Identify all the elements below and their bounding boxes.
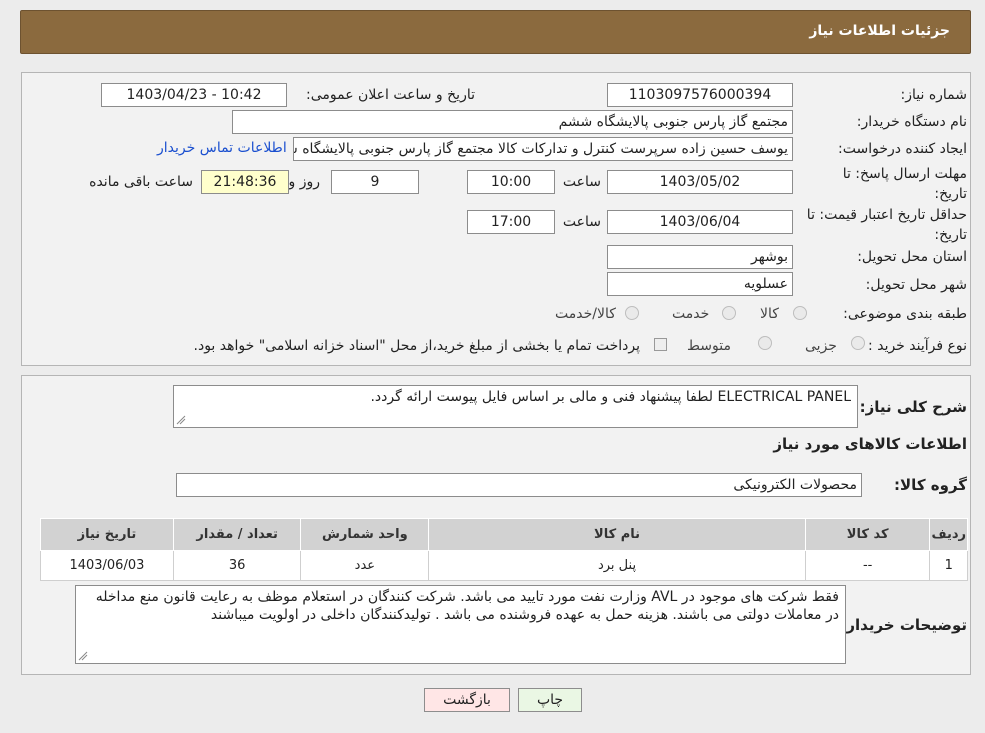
deadline-date-field: 1403/05/02 xyxy=(607,170,793,194)
goods-section-title: اطلاعات کالاهای مورد نیاز xyxy=(773,435,967,453)
creator-label: ایجاد کننده درخواست: xyxy=(838,141,967,157)
cell-row: 1 xyxy=(929,550,968,581)
category-service-label: خدمت xyxy=(672,306,710,322)
category-goods-radio[interactable] xyxy=(793,306,807,320)
col-date: تاریخ نیاز xyxy=(40,518,174,551)
creator-field: یوسف حسین زاده سرپرست کنترل و تدارکات کا… xyxy=(293,137,793,161)
description-text: ELECTRICAL PANEL لطفا پیشنهاد فنی و مالی… xyxy=(370,389,851,405)
goods-group-field: محصولات الکترونیکی xyxy=(176,473,862,497)
cell-code: -- xyxy=(804,550,931,581)
col-qty: تعداد / مقدار xyxy=(172,518,302,551)
cell-date: 1403/06/03 xyxy=(40,550,174,581)
goods-table: ردیف کد کالا نام کالا واحد شمارش تعداد /… xyxy=(40,518,968,581)
col-name: نام کالا xyxy=(428,518,806,551)
process-medium-label: متوسط xyxy=(687,338,731,354)
buyer-contact-link[interactable]: اطلاعات تماس خریدار xyxy=(157,140,287,156)
buyer-field: مجتمع گاز پارس جنوبی پالایشگاه ششم xyxy=(232,110,793,134)
need-number-field: 1103097576000394 xyxy=(607,83,793,107)
back-button[interactable]: بازگشت xyxy=(424,688,510,712)
remaining-time-field: 21:48:36 xyxy=(201,170,289,194)
process-minor-radio[interactable] xyxy=(851,336,865,350)
deadline-label: مهلت ارسال پاسخ: تا تاریخ: xyxy=(842,166,967,202)
category-goods-label: کالا xyxy=(760,306,779,322)
cell-qty: 36 xyxy=(172,550,302,581)
category-service-radio[interactable] xyxy=(722,306,736,320)
deadline-time-label: ساعت xyxy=(562,174,601,190)
validity-date-field: 1403/06/04 xyxy=(607,210,793,234)
announce-field: 1403/04/23 - 10:42 xyxy=(101,83,287,107)
validity-time-label: ساعت xyxy=(562,214,601,230)
category-goods-service-label: کالا/خدمت xyxy=(555,306,616,322)
resize-grip-icon xyxy=(176,415,186,425)
days-label: روز و xyxy=(288,174,321,190)
process-medium-radio[interactable] xyxy=(758,336,772,350)
buyer-notes-textarea: فقط شرکت های موجود در AVL وزارت نفت مورد… xyxy=(75,585,846,664)
cell-name: پنل برد xyxy=(428,550,806,581)
need-number-label: شماره نیاز: xyxy=(900,87,968,103)
remaining-label: ساعت باقی مانده xyxy=(89,174,193,190)
buyer-label: نام دستگاه خریدار: xyxy=(856,114,967,130)
city-label: شهر محل تحویل: xyxy=(865,277,967,293)
description-textarea: ELECTRICAL PANEL لطفا پیشنهاد فنی و مالی… xyxy=(173,385,858,428)
process-minor-label: جزیی xyxy=(805,338,837,354)
category-goods-service-radio[interactable] xyxy=(625,306,639,320)
page-header: جزئیات اطلاعات نیاز xyxy=(20,10,971,54)
goods-table-header: ردیف کد کالا نام کالا واحد شمارش تعداد /… xyxy=(40,518,968,551)
cell-unit: عدد xyxy=(300,550,430,581)
col-code: کد کالا xyxy=(804,518,931,551)
province-label: استان محل تحویل: xyxy=(857,249,967,265)
description-label: شرح کلی نیاز: xyxy=(859,398,967,416)
col-row: ردیف xyxy=(929,518,968,551)
days-field: 9 xyxy=(331,170,419,194)
category-label: طبقه بندی موضوعی: xyxy=(843,306,967,322)
table-row: 1 -- پنل برد عدد 36 1403/06/03 xyxy=(40,550,968,581)
print-button[interactable]: چاپ xyxy=(518,688,582,712)
announce-label: تاریخ و ساعت اعلان عمومی: xyxy=(306,87,475,103)
resize-grip-icon xyxy=(78,651,88,661)
buyer-notes-text: فقط شرکت های موجود در AVL وزارت نفت مورد… xyxy=(95,589,839,623)
goods-group-label: گروه کالا: xyxy=(894,476,967,494)
buyer-notes-label: توضیحات خریدار: xyxy=(840,616,967,634)
process-label: نوع فرآیند خرید : xyxy=(868,338,967,354)
province-field: بوشهر xyxy=(607,245,793,269)
city-field: عسلویه xyxy=(607,272,793,296)
validity-label: حداقل تاریخ اعتبار قیمت: تا تاریخ: xyxy=(806,207,967,243)
payment-note: پرداخت تمام یا بخشی از مبلغ خرید،از محل … xyxy=(193,338,640,354)
validity-time-field: 17:00 xyxy=(467,210,555,234)
col-unit: واحد شمارش xyxy=(300,518,430,551)
page-title: جزئیات اطلاعات نیاز xyxy=(809,23,950,39)
treasury-checkbox[interactable] xyxy=(654,338,667,351)
deadline-time-field: 10:00 xyxy=(467,170,555,194)
